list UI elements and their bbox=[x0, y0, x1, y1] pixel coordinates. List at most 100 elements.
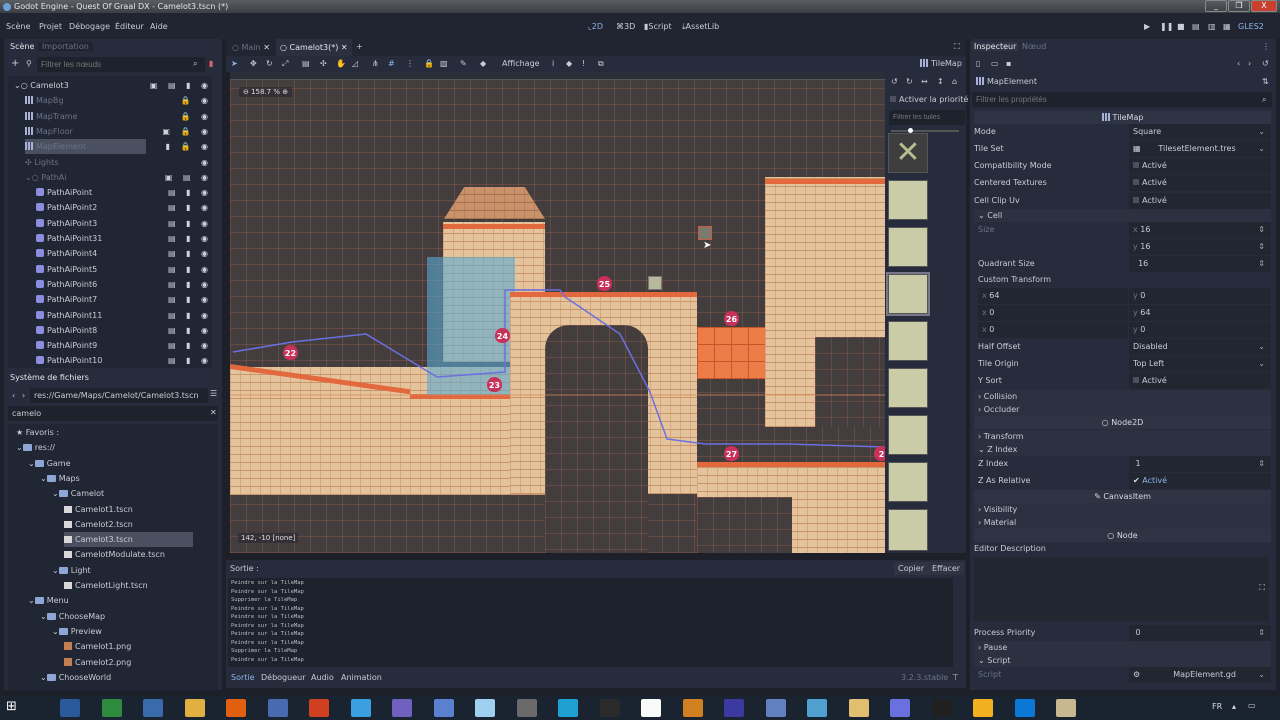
file-search-input[interactable]: camelo bbox=[8, 406, 218, 421]
pause-button[interactable]: ❚❚ bbox=[1160, 22, 1173, 31]
menu-scene[interactable]: Scène bbox=[6, 22, 30, 31]
prop-z-relative[interactable]: Z As Relative ✔ Activé bbox=[974, 473, 1271, 489]
tab-audio[interactable]: Audio bbox=[311, 673, 334, 682]
section-zindex[interactable]: ⌄ Z Index bbox=[974, 443, 1271, 456]
file-item[interactable]: ⌄ res:// bbox=[8, 440, 214, 455]
taskbar-app-icon[interactable] bbox=[350, 699, 371, 717]
copy-button[interactable]: Copier bbox=[894, 562, 928, 575]
section-cell[interactable]: ⌄ Cell bbox=[974, 209, 1271, 222]
close-tab-icon[interactable]: ✕ bbox=[341, 43, 348, 52]
group-icon[interactable]: ▨ bbox=[440, 59, 448, 68]
rotate-right-icon[interactable]: ↻ bbox=[906, 77, 913, 86]
node-status-icons[interactable]: ▤ ▮ ◉ bbox=[168, 246, 212, 261]
file-item[interactable]: CamelotLight.tscn bbox=[8, 578, 214, 593]
compat-checkbox[interactable]: Activé bbox=[1129, 158, 1271, 174]
z-relative-checkbox[interactable]: ✔ Activé bbox=[1129, 473, 1271, 489]
notification-icon[interactable]: ▭ bbox=[1248, 701, 1256, 710]
back-icon[interactable]: ‹ bbox=[12, 391, 15, 400]
tab-camelot3[interactable]: ○ Camelot3(*) ✕ bbox=[276, 39, 352, 56]
add-node-icon[interactable]: + bbox=[11, 58, 19, 69]
file-item[interactable]: ⌄ Camelot bbox=[8, 486, 214, 501]
taskbar-app-icon[interactable] bbox=[890, 699, 910, 717]
close-tab-icon[interactable]: ✕ bbox=[263, 43, 270, 52]
clipuv-checkbox[interactable]: Activé bbox=[1129, 193, 1271, 209]
scene-node[interactable]: MapElement ▮ 🔒 ◉ bbox=[8, 139, 212, 155]
windows-start-icon[interactable]: ⊞ bbox=[6, 699, 17, 714]
tile-erase[interactable]: ✕ bbox=[888, 133, 928, 173]
mode-select[interactable]: Square ⌄ bbox=[1129, 124, 1271, 140]
tab-main[interactable]: ○ Main ✕ bbox=[232, 43, 270, 52]
pan-tool-icon[interactable]: ✋ bbox=[336, 59, 346, 68]
scale-tool-icon[interactable]: ⤢ bbox=[282, 59, 288, 69]
movie-button[interactable]: ▦ bbox=[1223, 22, 1231, 31]
menu-debug[interactable]: Débogage bbox=[69, 22, 110, 31]
tab-node[interactable]: Nœud bbox=[1022, 42, 1046, 51]
quadrant-field[interactable]: 16 ⇕ bbox=[1129, 256, 1271, 272]
script-filter-icon[interactable]: ▮ bbox=[209, 59, 213, 68]
size-x-field[interactable]: x 16 ⇕ bbox=[1129, 222, 1271, 238]
flip-h-icon[interactable]: ↔ bbox=[921, 77, 928, 86]
scene-node[interactable]: PathAiPoint10 ▤ ▮ ◉ bbox=[8, 353, 212, 368]
tile-item[interactable] bbox=[888, 180, 928, 220]
file-item[interactable]: Camelot1.tscn bbox=[8, 502, 214, 517]
play-scene-button[interactable]: ▤ bbox=[1192, 22, 1200, 31]
node-status-icons[interactable]: ▤ ▮ ◉ bbox=[168, 200, 212, 215]
scene-node[interactable]: PathAiPoint5 ▤ ▮ ◉ bbox=[8, 262, 212, 277]
scene-node[interactable]: PathAiPoint31 ▤ ▮ ◉ bbox=[8, 231, 212, 246]
stop-button[interactable]: ■ bbox=[1177, 22, 1185, 31]
taskbar-app-icon[interactable] bbox=[433, 699, 454, 717]
taskbar-app-icon[interactable] bbox=[973, 699, 993, 717]
scene-node[interactable]: PathAiPoint3 ▤ ▮ ◉ bbox=[8, 216, 212, 231]
priority-checkbox[interactable]: Activer la priorité bbox=[890, 95, 968, 104]
rotate-left-icon[interactable]: ↺ bbox=[891, 77, 898, 86]
taskbar-app-icon[interactable] bbox=[1014, 699, 1035, 717]
clear-transform-icon[interactable]: ⌂ bbox=[952, 77, 957, 86]
file-item[interactable]: Camelot2.png bbox=[8, 655, 214, 670]
node-status-icons[interactable]: ◉ bbox=[201, 155, 212, 170]
scene-node[interactable]: PathAiPoint6 ▤ ▮ ◉ bbox=[8, 277, 212, 292]
path-marker[interactable]: 24 bbox=[495, 328, 510, 343]
scene-node[interactable]: PathAiPoint8 ▤ ▮ ◉ bbox=[8, 323, 212, 338]
ysort-checkbox[interactable]: Activé bbox=[1129, 373, 1271, 389]
main-script-button[interactable]: ▮Script bbox=[644, 22, 672, 31]
taskbar-app-icon[interactable] bbox=[641, 699, 661, 717]
taskbar-app-icon[interactable] bbox=[101, 699, 122, 717]
file-item[interactable]: ⌄ Light bbox=[8, 563, 214, 578]
tab-debugger[interactable]: Débogueur bbox=[261, 673, 305, 682]
taskbar-app-icon[interactable] bbox=[765, 699, 786, 717]
script-resource[interactable]: ⚙ MapElement.gd ⌄ bbox=[1129, 667, 1271, 683]
scene-node[interactable]: ⌄○ Camelot3 ▣ ▤ ▮ ◉ bbox=[8, 78, 212, 93]
scene-node[interactable]: MapFloor ▣ 🔒 ◉ bbox=[8, 124, 212, 139]
taskbar-app-icon[interactable] bbox=[309, 699, 329, 717]
save-resource-icon[interactable]: ▪ bbox=[1006, 59, 1011, 68]
scene-node[interactable]: PathAiPoint11 ▤ ▮ ◉ bbox=[8, 308, 212, 323]
forward-icon[interactable]: › bbox=[22, 391, 25, 400]
sort-icon[interactable]: ⇅ bbox=[1262, 77, 1269, 86]
zoom-widget[interactable]: ⊖ 158.7 % ⊕ bbox=[239, 87, 293, 97]
tile-item[interactable] bbox=[888, 227, 928, 267]
move-tool-icon[interactable]: ✥ bbox=[250, 59, 257, 68]
process-priority-field[interactable]: 0 ⇕ bbox=[1129, 625, 1271, 641]
file-item[interactable]: ⌄ Game bbox=[8, 456, 214, 471]
node-status-icons[interactable]: ▤ ▮ ◉ bbox=[168, 292, 212, 307]
prop-process-priority[interactable]: Process Priority 0 ⇕ bbox=[974, 625, 1271, 641]
section-transform[interactable]: › Transform bbox=[974, 430, 1271, 443]
node-status-icons[interactable]: ▤ ▮ ◉ bbox=[168, 185, 212, 200]
file-item[interactable]: CamelotModulate.tscn bbox=[8, 547, 214, 562]
list-select-icon[interactable]: ▤ bbox=[302, 59, 310, 68]
2d-viewport[interactable]: ➤ 22 23 24 25 26 27 2 ⊖ 158.7 % ⊕ 142, -… bbox=[230, 72, 885, 553]
section-occluder[interactable]: › Occluder bbox=[974, 403, 1271, 416]
tile-item[interactable] bbox=[888, 321, 928, 361]
select-tool-icon[interactable]: ➤ bbox=[231, 59, 238, 68]
path-marker[interactable]: 23 bbox=[487, 377, 502, 392]
clear-button[interactable]: Effacer bbox=[928, 562, 965, 575]
pin-panel-icon[interactable]: ⊤ bbox=[952, 673, 959, 682]
taskbar-app-icon[interactable] bbox=[267, 699, 288, 717]
prop-script[interactable]: Script ⚙ MapElement.gd ⌄ bbox=[974, 667, 1271, 683]
flip-v-icon[interactable]: ↕ bbox=[937, 77, 944, 86]
custom-transform-row[interactable]: x 64 y 0 bbox=[974, 288, 1271, 304]
path-marker[interactable]: 22 bbox=[283, 345, 298, 360]
file-item[interactable]: ⌄ Menu bbox=[8, 593, 214, 608]
link-icon[interactable]: ⚲ bbox=[26, 59, 32, 68]
file-item[interactable]: ⌄ ChooseWorld bbox=[8, 670, 214, 685]
